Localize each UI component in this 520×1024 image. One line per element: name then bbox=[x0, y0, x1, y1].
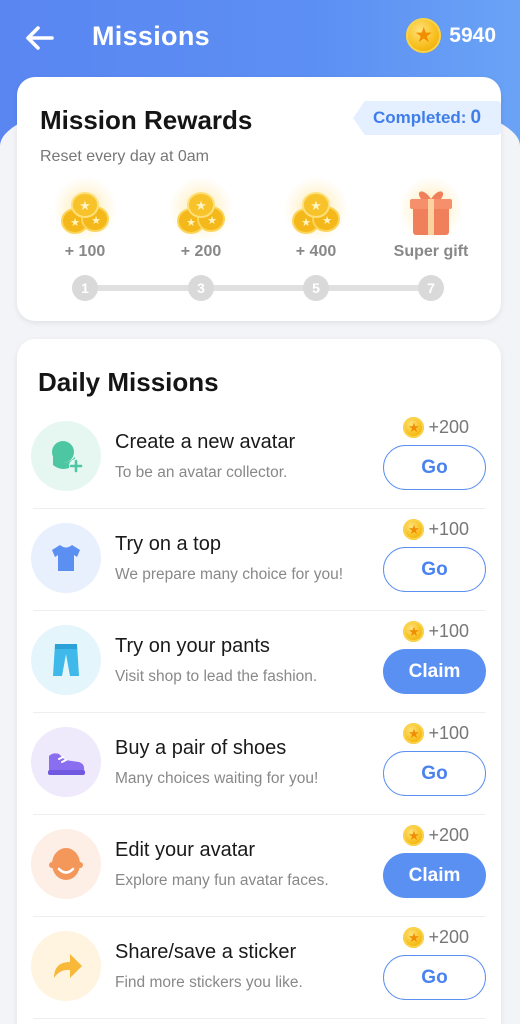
reward-tier-4[interactable]: Super gift bbox=[381, 177, 481, 261]
completed-count: 0 bbox=[470, 107, 482, 128]
mission-title: Try on a top bbox=[115, 533, 221, 555]
mission-description: To be an avatar collector. bbox=[115, 464, 288, 481]
svg-text:★: ★ bbox=[186, 216, 196, 229]
mission-reward: ★ +200 bbox=[403, 927, 469, 948]
mission-description: Many choices waiting for you! bbox=[115, 770, 319, 787]
svg-text:★: ★ bbox=[79, 199, 91, 214]
coin-balance: ★ 5940 bbox=[406, 18, 496, 53]
svg-text:★: ★ bbox=[322, 214, 332, 227]
new-avatar-icon bbox=[31, 421, 101, 491]
daily-missions-card: Daily Missions Create a new avatar To be… bbox=[17, 339, 501, 1024]
completed-badge: Completed: 0 bbox=[353, 101, 501, 135]
rewards-title: Mission Rewards bbox=[40, 105, 253, 135]
rewards-progress-track bbox=[87, 285, 431, 291]
page-title: Missions bbox=[92, 21, 210, 51]
progress-step: 5 bbox=[303, 275, 329, 301]
coin-pile-icon: ★ ★ ★ bbox=[45, 177, 125, 243]
mission-reward: ★ +100 bbox=[403, 519, 469, 540]
face-icon bbox=[31, 829, 101, 899]
gold-coin-icon: ★ bbox=[406, 18, 442, 53]
mission-reward-amount: +100 bbox=[428, 519, 469, 539]
progress-step: 3 bbox=[188, 275, 214, 301]
mission-title: Buy a pair of shoes bbox=[115, 737, 287, 759]
gold-coin-icon: ★ bbox=[403, 927, 425, 948]
mission-title: Try on your pants bbox=[115, 635, 270, 657]
coin-pile-icon: ★ ★ ★ bbox=[276, 177, 356, 243]
gold-coin-icon: ★ bbox=[403, 723, 425, 744]
mission-reward-amount: +100 bbox=[428, 621, 469, 641]
gold-coin-icon: ★ bbox=[403, 417, 425, 438]
mission-description: Explore many fun avatar faces. bbox=[115, 872, 329, 889]
svg-text:★: ★ bbox=[301, 216, 311, 229]
mission-title: Edit your avatar bbox=[115, 839, 256, 861]
rewards-subtitle: Reset every day at 0am bbox=[40, 148, 209, 165]
claim-button[interactable]: Claim bbox=[383, 649, 486, 694]
reward-label: + 200 bbox=[180, 243, 222, 260]
mission-rewards-card: Mission Rewards Reset every day at 0am C… bbox=[17, 77, 501, 321]
reward-tier-3[interactable]: ★ ★ ★ + 400 bbox=[266, 177, 366, 261]
mission-reward: ★ +200 bbox=[403, 417, 469, 438]
mission-description: Find more stickers you like. bbox=[115, 974, 303, 991]
gift-box-icon bbox=[391, 177, 471, 243]
mission-title: Create a new avatar bbox=[115, 431, 296, 453]
coin-count: 5940 bbox=[449, 23, 496, 47]
coin-pile-icon: ★ ★ ★ bbox=[161, 177, 241, 243]
mission-reward: ★ +100 bbox=[403, 621, 469, 642]
completed-label: Completed: bbox=[372, 108, 467, 127]
mission-row: Try on your pants Visit shop to lead the… bbox=[17, 611, 501, 713]
missions-title: Daily Missions bbox=[38, 367, 219, 397]
tshirt-icon bbox=[31, 523, 101, 593]
mission-reward: ★ +200 bbox=[403, 825, 469, 846]
svg-text:★: ★ bbox=[310, 199, 322, 214]
mission-title: Share/save a sticker bbox=[115, 941, 297, 963]
gold-coin-icon: ★ bbox=[403, 519, 425, 540]
mission-description: We prepare many choice for you! bbox=[115, 566, 344, 583]
progress-step: 7 bbox=[418, 275, 444, 301]
mission-description: Visit shop to lead the fashion. bbox=[115, 668, 318, 685]
arrow-left-icon[interactable] bbox=[22, 20, 58, 56]
svg-text:★: ★ bbox=[195, 199, 207, 214]
gold-coin-icon: ★ bbox=[403, 825, 425, 846]
reward-tier-1[interactable]: ★ ★ ★ + 100 bbox=[35, 177, 135, 261]
reward-label: Super gift bbox=[393, 243, 469, 260]
claim-button[interactable]: Claim bbox=[383, 853, 486, 898]
reward-tier-2[interactable]: ★ ★ ★ + 200 bbox=[151, 177, 251, 261]
go-button[interactable]: Go bbox=[383, 445, 486, 490]
go-button[interactable]: Go bbox=[383, 955, 486, 1000]
mission-reward-amount: +100 bbox=[428, 723, 469, 743]
divider bbox=[33, 1018, 485, 1019]
svg-text:★: ★ bbox=[207, 214, 217, 227]
top-bar: Missions ★ 5940 bbox=[0, 0, 520, 76]
sneaker-icon bbox=[31, 727, 101, 797]
mission-row: Buy a pair of shoes Many choices waiting… bbox=[17, 713, 501, 815]
share-arrow-icon bbox=[31, 931, 101, 1001]
mission-reward-amount: +200 bbox=[428, 927, 469, 947]
reward-label: + 400 bbox=[295, 243, 337, 260]
mission-row: Edit your avatar Explore many fun avatar… bbox=[17, 815, 501, 917]
mission-row: Create a new avatar To be an avatar coll… bbox=[17, 407, 501, 509]
gold-coin-icon: ★ bbox=[403, 621, 425, 642]
mission-row: Share/save a sticker Find more stickers … bbox=[17, 917, 501, 1019]
mission-reward-amount: +200 bbox=[428, 417, 469, 437]
pants-icon bbox=[31, 625, 101, 695]
mission-row: Try on a top We prepare many choice for … bbox=[17, 509, 501, 611]
progress-step: 1 bbox=[72, 275, 98, 301]
go-button[interactable]: Go bbox=[383, 547, 486, 592]
mission-reward-amount: +200 bbox=[428, 825, 469, 845]
go-button[interactable]: Go bbox=[383, 751, 486, 796]
reward-label: + 100 bbox=[64, 243, 106, 260]
svg-text:★: ★ bbox=[70, 216, 80, 229]
svg-text:★: ★ bbox=[91, 214, 101, 227]
mission-reward: ★ +100 bbox=[403, 723, 469, 744]
